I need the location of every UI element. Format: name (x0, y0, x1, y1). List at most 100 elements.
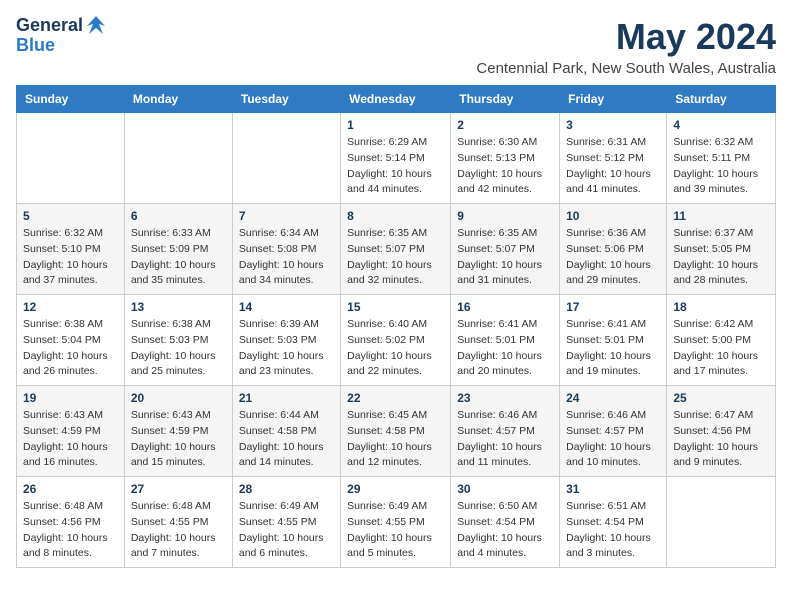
day-info: Sunrise: 6:49 AM Sunset: 4:55 PM Dayligh… (239, 499, 334, 562)
day-info: Sunrise: 6:29 AM Sunset: 5:14 PM Dayligh… (347, 135, 444, 198)
calendar-cell: 14Sunrise: 6:39 AM Sunset: 5:03 PM Dayli… (232, 295, 340, 386)
day-number: 6 (131, 209, 226, 223)
day-number: 26 (23, 482, 118, 496)
day-number: 1 (347, 118, 444, 132)
day-info: Sunrise: 6:43 AM Sunset: 4:59 PM Dayligh… (131, 408, 226, 471)
day-info: Sunrise: 6:35 AM Sunset: 5:07 PM Dayligh… (457, 226, 553, 289)
day-info: Sunrise: 6:45 AM Sunset: 4:58 PM Dayligh… (347, 408, 444, 471)
calendar-week-row: 5Sunrise: 6:32 AM Sunset: 5:10 PM Daylig… (17, 204, 776, 295)
day-number: 28 (239, 482, 334, 496)
day-info: Sunrise: 6:41 AM Sunset: 5:01 PM Dayligh… (566, 317, 660, 380)
page-header: General Blue May 2024 Centennial Park, N… (16, 16, 776, 77)
calendar-header-sunday: Sunday (17, 86, 125, 113)
day-number: 13 (131, 300, 226, 314)
calendar-cell (232, 113, 340, 204)
day-info: Sunrise: 6:35 AM Sunset: 5:07 PM Dayligh… (347, 226, 444, 289)
day-number: 19 (23, 391, 118, 405)
calendar-cell: 24 Sunrise: 6:46 AM Sunset: 4:57 PM Dayli… (560, 386, 667, 477)
day-number: 4 (673, 118, 769, 132)
day-number: 8 (347, 209, 444, 223)
calendar-header-saturday: Saturday (667, 86, 776, 113)
day-number: 18 (673, 300, 769, 314)
day-number: 3 (566, 118, 660, 132)
calendar-cell: 22 Sunrise: 6:45 AM Sunset: 4:58 PM Dayli… (341, 386, 451, 477)
day-number: 24 (566, 391, 660, 405)
calendar-cell: 12 Sunrise: 6:38 AM Sunset: 5:04 PM Dayli… (17, 295, 125, 386)
logo-bird-icon (85, 14, 107, 36)
day-info: Sunrise: 6:42 AM Sunset: 5:00 PM Dayligh… (673, 317, 769, 380)
calendar-cell: 27 Sunrise: 6:48 AM Sunset: 4:55 PM Dayli… (124, 477, 232, 568)
calendar-cell: 23 Sunrise: 6:46 AM Sunset: 4:57 PM Dayli… (451, 386, 560, 477)
subtitle: Centennial Park, New South Wales, Austra… (476, 60, 776, 77)
day-info: Sunrise: 6:38 AM Sunset: 5:03 PM Dayligh… (131, 317, 226, 380)
calendar-cell: 6 Sunrise: 6:33 AM Sunset: 5:09 PM Daylig… (124, 204, 232, 295)
day-number: 25 (673, 391, 769, 405)
calendar-header-tuesday: Tuesday (232, 86, 340, 113)
day-info: Sunrise: 6:31 AM Sunset: 5:12 PM Dayligh… (566, 135, 660, 198)
calendar-cell: 28 Sunrise: 6:49 AM Sunset: 4:55 PM Dayli… (232, 477, 340, 568)
day-info: Sunrise: 6:49 AM Sunset: 4:55 PM Dayligh… (347, 499, 444, 562)
calendar-cell: 1 Sunrise: 6:29 AM Sunset: 5:14 PM Daylig… (341, 113, 451, 204)
calendar-cell: 30Sunrise: 6:50 AM Sunset: 4:54 PM Dayli… (451, 477, 560, 568)
calendar-cell: 7 Sunrise: 6:34 AM Sunset: 5:08 PM Daylig… (232, 204, 340, 295)
calendar-header-row: SundayMondayTuesdayWednesdayThursdayFrid… (17, 86, 776, 113)
day-info: Sunrise: 6:50 AM Sunset: 4:54 PM Dayligh… (457, 499, 553, 562)
day-number: 22 (347, 391, 444, 405)
calendar-cell: 16Sunrise: 6:41 AM Sunset: 5:01 PM Dayli… (451, 295, 560, 386)
calendar-cell: 13 Sunrise: 6:38 AM Sunset: 5:03 PM Dayli… (124, 295, 232, 386)
day-info: Sunrise: 6:48 AM Sunset: 4:56 PM Dayligh… (23, 499, 118, 562)
day-number: 14 (239, 300, 334, 314)
logo-text-general: General (16, 16, 83, 36)
day-info: Sunrise: 6:44 AM Sunset: 4:58 PM Dayligh… (239, 408, 334, 471)
logo: General Blue (16, 16, 107, 56)
calendar-header-monday: Monday (124, 86, 232, 113)
day-info: Sunrise: 6:33 AM Sunset: 5:09 PM Dayligh… (131, 226, 226, 289)
title-area: May 2024 Centennial Park, New South Wale… (476, 16, 776, 77)
day-number: 10 (566, 209, 660, 223)
day-info: Sunrise: 6:38 AM Sunset: 5:04 PM Dayligh… (23, 317, 118, 380)
day-number: 23 (457, 391, 553, 405)
day-number: 12 (23, 300, 118, 314)
calendar-week-row: 12 Sunrise: 6:38 AM Sunset: 5:04 PM Dayli… (17, 295, 776, 386)
calendar-cell (667, 477, 776, 568)
calendar-cell (17, 113, 125, 204)
calendar-cell: 11Sunrise: 6:37 AM Sunset: 5:05 PM Dayli… (667, 204, 776, 295)
day-number: 5 (23, 209, 118, 223)
day-info: Sunrise: 6:51 AM Sunset: 4:54 PM Dayligh… (566, 499, 660, 562)
day-number: 15 (347, 300, 444, 314)
day-number: 21 (239, 391, 334, 405)
day-info: Sunrise: 6:30 AM Sunset: 5:13 PM Dayligh… (457, 135, 553, 198)
calendar-cell: 3 Sunrise: 6:31 AM Sunset: 5:12 PM Daylig… (560, 113, 667, 204)
calendar-cell: 18 Sunrise: 6:42 AM Sunset: 5:00 PM Dayli… (667, 295, 776, 386)
calendar-cell: 2 Sunrise: 6:30 AM Sunset: 5:13 PM Daylig… (451, 113, 560, 204)
calendar-week-row: 19 Sunrise: 6:43 AM Sunset: 4:59 PM Dayli… (17, 386, 776, 477)
day-number: 20 (131, 391, 226, 405)
day-number: 27 (131, 482, 226, 496)
day-info: Sunrise: 6:46 AM Sunset: 4:57 PM Dayligh… (566, 408, 660, 471)
calendar-cell: 9Sunrise: 6:35 AM Sunset: 5:07 PM Daylig… (451, 204, 560, 295)
day-number: 2 (457, 118, 553, 132)
calendar-week-row: 1 Sunrise: 6:29 AM Sunset: 5:14 PM Daylig… (17, 113, 776, 204)
day-number: 17 (566, 300, 660, 314)
calendar-cell: 4 Sunrise: 6:32 AM Sunset: 5:11 PM Daylig… (667, 113, 776, 204)
calendar-cell: 31 Sunrise: 6:51 AM Sunset: 4:54 PM Dayli… (560, 477, 667, 568)
calendar-cell: 5Sunrise: 6:32 AM Sunset: 5:10 PM Daylig… (17, 204, 125, 295)
day-number: 16 (457, 300, 553, 314)
day-number: 29 (347, 482, 444, 496)
day-number: 7 (239, 209, 334, 223)
logo-text-blue: Blue (16, 36, 107, 56)
calendar-header-friday: Friday (560, 86, 667, 113)
day-info: Sunrise: 6:34 AM Sunset: 5:08 PM Dayligh… (239, 226, 334, 289)
day-info: Sunrise: 6:46 AM Sunset: 4:57 PM Dayligh… (457, 408, 553, 471)
calendar-cell: 29 Sunrise: 6:49 AM Sunset: 4:55 PM Dayli… (341, 477, 451, 568)
day-info: Sunrise: 6:43 AM Sunset: 4:59 PM Dayligh… (23, 408, 118, 471)
calendar-cell: 20 Sunrise: 6:43 AM Sunset: 4:59 PM Dayli… (124, 386, 232, 477)
calendar-header-wednesday: Wednesday (341, 86, 451, 113)
calendar-cell: 17 Sunrise: 6:41 AM Sunset: 5:01 PM Dayli… (560, 295, 667, 386)
day-number: 31 (566, 482, 660, 496)
calendar-week-row: 26 Sunrise: 6:48 AM Sunset: 4:56 PM Dayli… (17, 477, 776, 568)
day-info: Sunrise: 6:32 AM Sunset: 5:11 PM Dayligh… (673, 135, 769, 198)
calendar-cell: 21 Sunrise: 6:44 AM Sunset: 4:58 PM Dayli… (232, 386, 340, 477)
day-info: Sunrise: 6:48 AM Sunset: 4:55 PM Dayligh… (131, 499, 226, 562)
calendar-cell: 19 Sunrise: 6:43 AM Sunset: 4:59 PM Dayli… (17, 386, 125, 477)
